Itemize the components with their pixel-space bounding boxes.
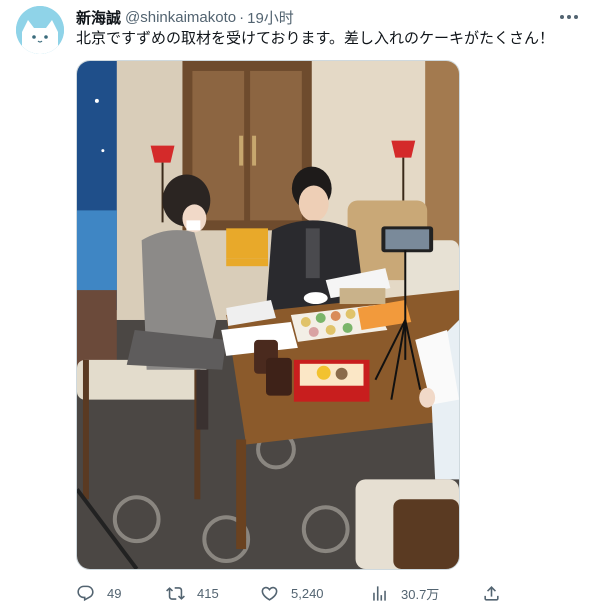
- more-options-button[interactable]: [557, 6, 581, 28]
- reply-button[interactable]: 49: [76, 580, 121, 606]
- retweet-button[interactable]: 415: [166, 580, 219, 606]
- heart-icon: [261, 586, 278, 601]
- tweet-photo[interactable]: [76, 60, 460, 570]
- user-handle[interactable]: @shinkaimakoto: [125, 9, 236, 26]
- like-button[interactable]: 5,240: [260, 580, 324, 606]
- display-name[interactable]: 新海誠: [76, 7, 121, 28]
- share-icon: [484, 585, 499, 601]
- tweet-text: 北京ですずめの取材を受けております。差し入れのケーキがたくさん！: [76, 30, 555, 47]
- more-dot: [567, 15, 571, 19]
- separator-dot: ·: [239, 8, 245, 26]
- share-button[interactable]: [482, 580, 501, 606]
- more-dot: [574, 15, 578, 19]
- views-count: 30.7万: [401, 586, 440, 602]
- tweet-header: 新海誠 @shinkaimakoto · 19小时: [76, 7, 294, 27]
- avatar[interactable]: [16, 6, 64, 54]
- cat-avatar-icon: [16, 6, 64, 54]
- interview-photo: [77, 61, 459, 569]
- like-count: 5,240: [291, 585, 324, 601]
- reply-icon: [77, 585, 94, 601]
- tweet-actions: 49 415 5,240 30.7万: [70, 580, 510, 606]
- views-button[interactable]: 30.7万: [370, 580, 439, 606]
- timestamp[interactable]: 19小时: [247, 7, 294, 28]
- retweet-icon: [166, 586, 185, 600]
- more-dot: [560, 15, 564, 19]
- views-chart-icon: [373, 585, 386, 601]
- reply-count: 49: [107, 585, 122, 601]
- tweet: 新海誠 @shinkaimakoto · 19小时 北京ですずめの取材を受けてお…: [0, 0, 599, 610]
- retweet-count: 415: [197, 585, 219, 601]
